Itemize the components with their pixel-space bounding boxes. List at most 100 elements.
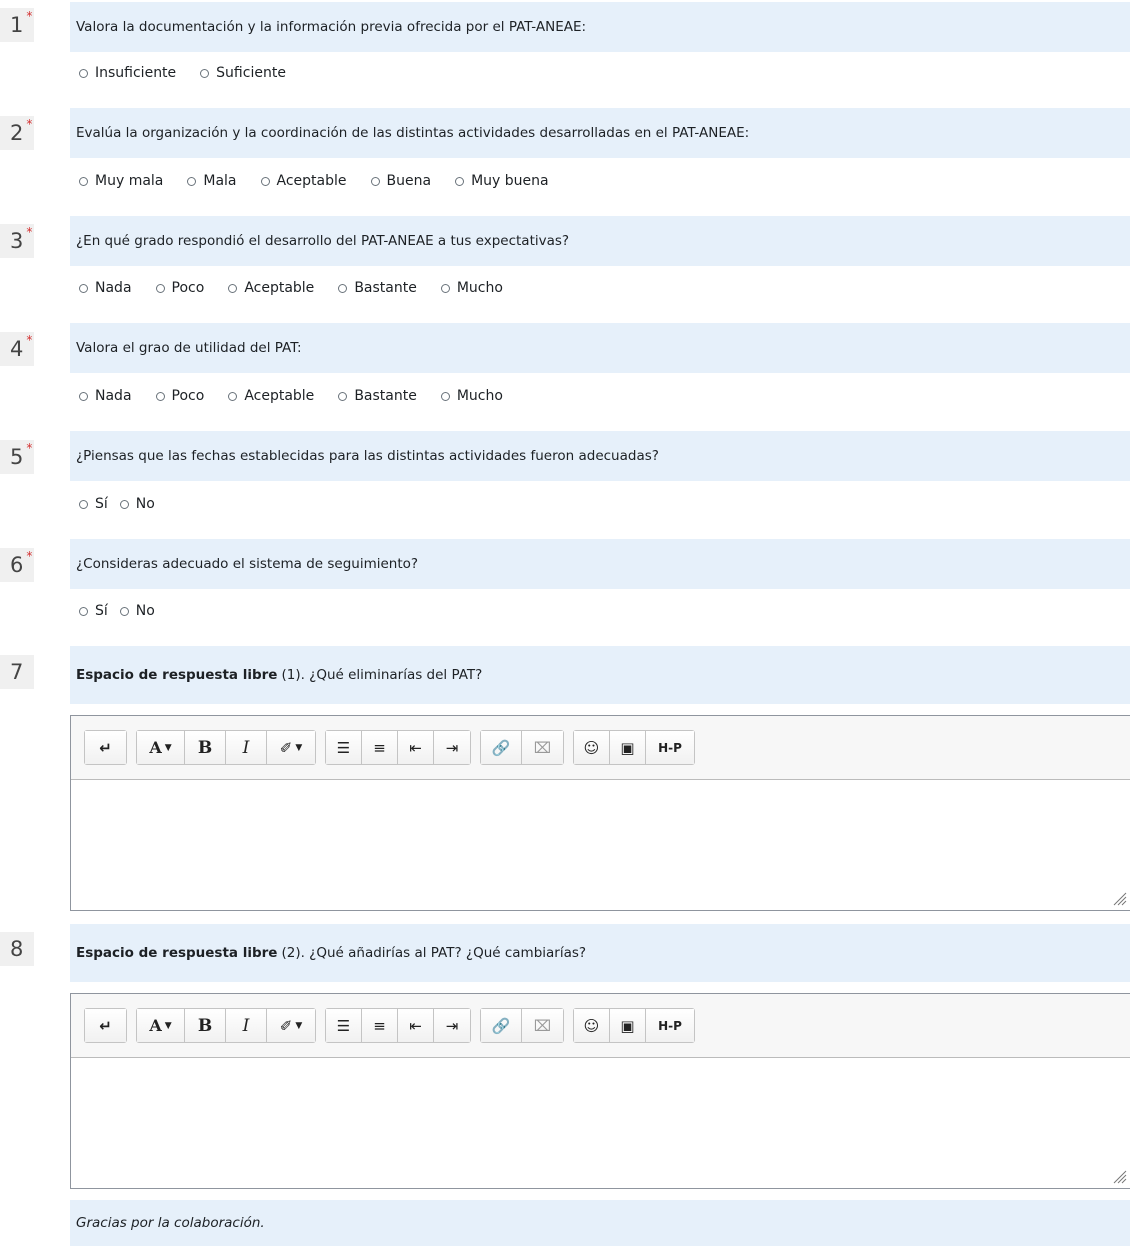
italic-button[interactable]: I (226, 1009, 267, 1042)
font-size-button[interactable]: A ▼ (137, 731, 185, 764)
radio-button[interactable] (79, 283, 88, 293)
emoji-button[interactable]: ☺ (574, 1009, 610, 1042)
image-button[interactable]: ▣ (610, 731, 646, 764)
radio-button[interactable] (79, 499, 88, 509)
collapse-icon: ↵ (99, 1016, 112, 1035)
radio-button[interactable] (79, 68, 88, 78)
h5p-button[interactable]: H-P (646, 731, 694, 764)
unlink-button[interactable]: ⌧ (522, 1009, 563, 1042)
question-number: 4 * (0, 332, 34, 366)
radio-button[interactable] (187, 176, 197, 186)
ordered-list-button[interactable]: ≡ (362, 1009, 398, 1042)
unordered-list-button[interactable]: ☰ (326, 731, 362, 764)
resize-handle-icon[interactable] (1113, 1170, 1127, 1184)
radio-button[interactable] (79, 391, 88, 401)
radio-button[interactable] (260, 176, 270, 186)
link-button[interactable]: 🔗 (481, 1009, 522, 1042)
radio-option[interactable]: Aceptable (260, 173, 347, 189)
outdent-button[interactable]: ⇤ (398, 731, 434, 764)
radio-button[interactable] (370, 176, 380, 186)
radio-option[interactable]: Nada (79, 280, 132, 296)
radio-option[interactable]: Mucho (440, 388, 503, 404)
dropdown-arrow-icon: ▼ (164, 1020, 172, 1031)
required-icon: * (26, 9, 33, 23)
editor-toolbar: ↵ A ▼ B I ✐ ▼ ☰ ≡ ⇤ ⇥ 🔗 ⌧ ☺ ▣ H-P (71, 716, 1130, 780)
radio-option[interactable]: Mala (187, 173, 237, 189)
text-color-button[interactable]: ✐ ▼ (267, 731, 315, 764)
indent-button[interactable]: ⇥ (434, 731, 470, 764)
link-button[interactable]: 🔗 (481, 731, 522, 764)
toolbar-group: ↵ (84, 730, 127, 765)
indent-icon: ⇥ (445, 1016, 459, 1035)
required-icon: * (26, 117, 33, 131)
radio-group: Sí No (79, 496, 167, 512)
radio-group: Insuficiente Suficiente (79, 65, 310, 81)
indent-button[interactable]: ⇥ (434, 1009, 470, 1042)
question-number: 7 (0, 655, 34, 689)
radio-button[interactable] (79, 606, 88, 616)
radio-button[interactable] (119, 606, 129, 616)
image-button[interactable]: ▣ (610, 1009, 646, 1042)
outdent-button[interactable]: ⇤ (398, 1009, 434, 1042)
radio-button[interactable] (228, 391, 238, 401)
radio-option[interactable]: Aceptable (228, 280, 314, 296)
radio-button[interactable] (440, 391, 450, 401)
font-size-button[interactable]: A ▼ (137, 1009, 185, 1042)
toolbar-group: ↵ (84, 1008, 127, 1043)
italic-button[interactable]: I (226, 731, 267, 764)
radio-button[interactable] (155, 391, 165, 401)
question-number: 8 (0, 932, 34, 966)
radio-option[interactable]: No (119, 496, 155, 512)
ordered-list-button[interactable]: ≡ (362, 731, 398, 764)
emoji-button[interactable]: ☺ (574, 731, 610, 764)
unlink-icon: ⌧ (533, 1016, 552, 1035)
unordered-list-button[interactable]: ☰ (326, 1009, 362, 1042)
answer-textarea[interactable] (71, 780, 1130, 910)
radio-group: Nada Poco Aceptable Bastante Mucho (79, 388, 527, 404)
radio-option[interactable]: Bastante (338, 280, 417, 296)
toolbar-group: A ▼ B I ✐ ▼ (136, 1008, 316, 1043)
collapse-toolbar-button[interactable]: ↵ (85, 731, 126, 764)
radio-option[interactable]: Insuficiente (79, 65, 176, 81)
radio-option[interactable]: Buena (370, 173, 431, 189)
text-color-button[interactable]: ✐ ▼ (267, 1009, 315, 1042)
resize-handle-icon[interactable] (1113, 892, 1127, 906)
unlink-button[interactable]: ⌧ (522, 731, 563, 764)
radio-button[interactable] (119, 499, 129, 509)
radio-button[interactable] (228, 283, 238, 293)
radio-option[interactable]: Nada (79, 388, 132, 404)
required-icon: * (26, 333, 33, 347)
radio-button[interactable] (440, 283, 450, 293)
collapse-toolbar-button[interactable]: ↵ (85, 1009, 126, 1042)
question-text: ¿En qué grado respondió el desarrollo de… (70, 216, 1130, 266)
radio-button[interactable] (338, 391, 348, 401)
radio-button[interactable] (200, 68, 210, 78)
image-icon: ▣ (620, 1016, 635, 1035)
question-text: Valora la documentación y la información… (70, 2, 1130, 52)
radio-option[interactable]: Aceptable (228, 388, 314, 404)
radio-button[interactable] (155, 283, 165, 293)
dropdown-arrow-icon: ▼ (295, 1020, 303, 1031)
toolbar-group: ☰ ≡ ⇤ ⇥ (325, 1008, 471, 1043)
radio-option[interactable]: Mucho (440, 280, 503, 296)
paintbrush-icon: ✐ (279, 1016, 293, 1035)
radio-option[interactable]: No (119, 603, 155, 619)
radio-option[interactable]: Sí (79, 603, 108, 619)
answer-textarea[interactable] (71, 1058, 1130, 1188)
radio-option[interactable]: Muy mala (79, 173, 163, 189)
radio-option[interactable]: Bastante (338, 388, 417, 404)
h5p-button[interactable]: H-P (646, 1009, 694, 1042)
radio-button[interactable] (455, 176, 465, 186)
rich-text-editor: ↵ A ▼ B I ✐ ▼ ☰ ≡ ⇤ ⇥ 🔗 ⌧ ☺ ▣ H-P (70, 993, 1130, 1189)
bold-button[interactable]: B (185, 1009, 226, 1042)
radio-option[interactable]: Muy buena (455, 173, 549, 189)
radio-button[interactable] (338, 283, 348, 293)
radio-option[interactable]: Sí (79, 496, 108, 512)
radio-button[interactable] (79, 176, 88, 186)
radio-option[interactable]: Poco (155, 388, 204, 404)
dropdown-arrow-icon: ▼ (295, 742, 303, 753)
bold-button[interactable]: B (185, 731, 226, 764)
smiley-icon: ☺ (583, 1016, 600, 1035)
radio-option[interactable]: Suficiente (200, 65, 286, 81)
radio-option[interactable]: Poco (155, 280, 204, 296)
